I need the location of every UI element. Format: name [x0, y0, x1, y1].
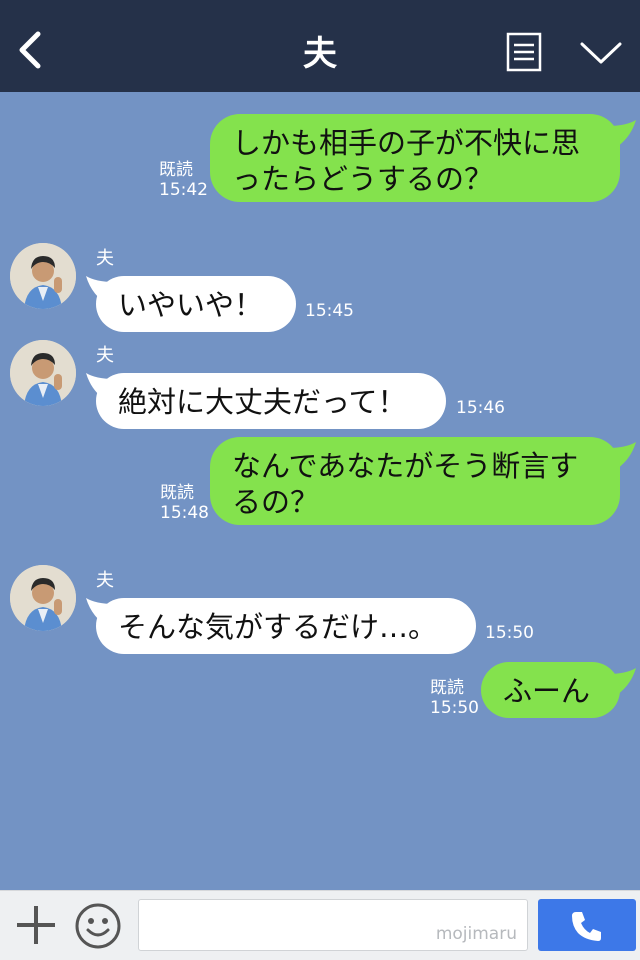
- message-bubble-incoming[interactable]: いやいや！: [96, 276, 296, 332]
- message-time: 15:46: [456, 398, 505, 418]
- message-bubble-outgoing[interactable]: ふーん: [481, 662, 620, 718]
- message-bubble-outgoing[interactable]: しかも相手の子が不快に思 ったらどうするの？: [210, 114, 620, 202]
- avatar-image: [10, 340, 76, 406]
- read-receipt: 既読: [160, 483, 194, 503]
- avatar-image: [10, 243, 76, 309]
- read-receipt: 既読: [430, 678, 464, 698]
- call-button[interactable]: [538, 899, 636, 951]
- message-meta: 既読 15:50: [430, 678, 479, 718]
- sender-name: 夫: [96, 345, 114, 366]
- message-time: 15:50: [485, 623, 534, 643]
- message-meta: 既読 15:42: [159, 160, 208, 200]
- message-text-line: なんであなたがそう断言す: [232, 449, 579, 483]
- message-bubble-incoming[interactable]: 絶対に大丈夫だって！: [96, 373, 446, 429]
- message-text-line: るの？: [232, 485, 320, 519]
- message-input[interactable]: mojimaru: [138, 899, 528, 951]
- message-time: 15:50: [430, 698, 479, 718]
- emoji-icon[interactable]: [74, 902, 122, 950]
- message-time: 15:45: [305, 301, 354, 321]
- phone-icon: [572, 912, 601, 941]
- plus-icon[interactable]: [14, 903, 58, 947]
- message-bubble-incoming[interactable]: そんな気がするだけ…。: [96, 598, 476, 654]
- message-text-line: ふーん: [503, 674, 591, 708]
- avatar[interactable]: [10, 243, 76, 309]
- avatar-image: [10, 565, 76, 631]
- message-time: 15:48: [160, 503, 209, 523]
- avatar[interactable]: [10, 340, 76, 406]
- message-bubble-outgoing[interactable]: なんであなたがそう断言す るの？: [210, 437, 620, 525]
- watermark-text: mojimaru: [435, 924, 517, 944]
- message-text-line: 絶対に大丈夫だって！: [118, 385, 407, 419]
- message-time: 15:42: [159, 180, 208, 200]
- read-receipt: 既読: [159, 160, 193, 180]
- chat-title: 夫: [303, 34, 337, 74]
- sender-name: 夫: [96, 570, 114, 591]
- sender-name: 夫: [96, 248, 114, 269]
- chevron-down-icon[interactable]: [580, 40, 622, 66]
- message-composer: mojimaru: [0, 890, 640, 960]
- chat-area[interactable]: 既読 15:42 しかも相手の子が不快に思 ったらどうするの？ 夫 いやいや！ …: [0, 92, 640, 890]
- message-text-line: しかも相手の子が不快に思: [232, 126, 581, 160]
- message-text-line: いやいや！: [118, 288, 264, 322]
- chat-header: 夫: [0, 0, 640, 92]
- menu-icon[interactable]: [506, 32, 542, 72]
- avatar[interactable]: [10, 565, 76, 631]
- message-text-line: ったらどうするの？: [232, 162, 494, 196]
- message-meta: 既読 15:48: [160, 483, 209, 523]
- message-text-line: そんな気がするだけ…。: [118, 610, 438, 644]
